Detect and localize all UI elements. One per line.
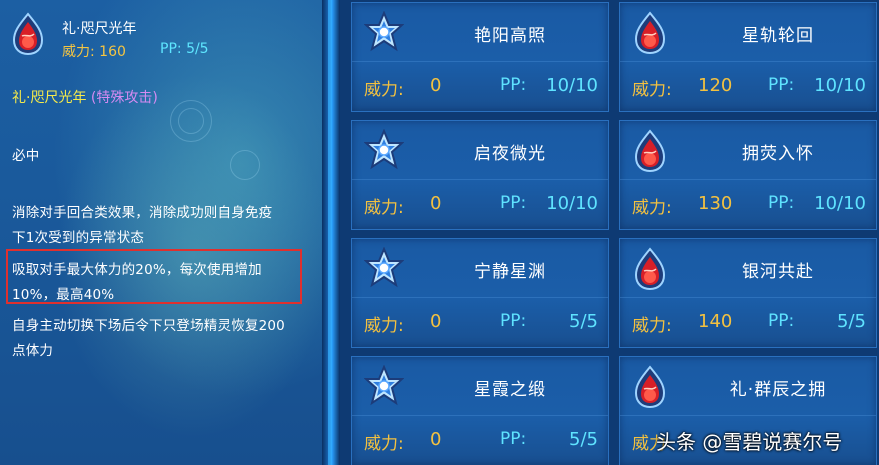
pp-label: PP: [500,75,527,95]
power-label: 威力: [364,198,404,218]
power-value: 0 [430,429,442,450]
selected-skill-power: 威力: 160 [62,41,126,61]
blue-star-icon [363,128,405,173]
power-label: 威力: [632,316,672,336]
blue-star-icon [363,10,405,55]
card-divider [620,179,876,180]
power-label: 威力: [364,316,404,336]
power-label: 威力: [364,80,404,100]
blue-star-icon [363,364,405,409]
power-value: 0 [430,193,442,214]
pp-label: PP: [160,41,182,57]
decor-ring [230,150,260,180]
power-label: 威力: [632,198,672,218]
pp-value: 10/10 [546,193,598,214]
power-label: 威力: [364,434,404,454]
desc-line: 点体力 [12,343,54,359]
desc-line: 下1次受到的异常状态 [12,230,145,246]
skill-name: 拥荧入怀 [742,144,814,164]
card-divider [620,297,876,298]
skill-type-line: 礼·咫尺光年 (特殊攻击) [12,87,158,107]
desc-line: 消除对手回合类效果，消除成功则自身免疫 [12,205,273,221]
skill-card[interactable]: 启夜微光 威力: 0 PP: 10/10 [351,120,609,230]
power-label: 威力: [632,80,672,100]
pp-label: PP: [500,429,527,449]
card-divider [620,61,876,62]
pp-value: 10/10 [814,193,866,214]
red-flame-icon [12,12,44,56]
desc-line: 必中 [12,148,40,164]
skill-detail-panel: 礼·咫尺光年 威力: 160 PP: 5/5 礼·咫尺光年 (特殊攻击) 必中 … [0,0,322,465]
power-value: 160 [99,44,126,60]
power-value: 130 [698,193,733,214]
highlight-box [6,249,302,304]
desc-line: 自身主动切换下场后令下只登场精灵恢复200 [12,318,285,334]
power-value: 0 [430,311,442,332]
card-divider [352,297,608,298]
skill-card[interactable]: 拥荧入怀 威力: 130 PP: 10/10 [619,120,877,230]
skill-card[interactable]: 宁静星渊 威力: 0 PP: 5/5 [351,238,609,348]
power-value: 120 [698,75,733,96]
pp-label: PP: [500,311,527,331]
blue-star-icon [363,246,405,291]
selected-skill-name: 礼·咫尺光年 [62,21,137,37]
red-flame-icon [632,247,672,291]
pp-value: 5/5 [186,41,209,57]
skill-category: (特殊攻击) [90,90,158,106]
card-divider [352,415,608,416]
skill-card[interactable]: 银河共赴 威力: 140 PP: 5/5 [619,238,877,348]
skill-card[interactable]: 星轨轮回 威力: 120 PP: 10/10 [619,2,877,112]
skill-name: 启夜微光 [474,144,546,164]
power-label: 威力: [62,44,95,60]
card-divider [352,179,608,180]
panel-divider [322,0,340,465]
skill-name: 银河共赴 [742,262,814,282]
decor-ring [170,100,212,142]
watermark: 头条 @雪碧说赛尔号 [656,430,843,454]
selected-skill-pp: PP: 5/5 [160,41,209,57]
pp-value: 10/10 [814,75,866,96]
pp-value: 5/5 [569,429,598,450]
skill-type-name: 礼·咫尺光年 [12,90,87,106]
pp-value: 5/5 [569,311,598,332]
pp-label: PP: [768,75,795,95]
pp-label: PP: [500,193,527,213]
skill-card[interactable]: 星霞之缎 威力: 0 PP: 5/5 [351,356,609,465]
pp-label: PP: [768,193,795,213]
pp-value: 10/10 [546,75,598,96]
card-divider [620,415,876,416]
card-divider [352,61,608,62]
power-value: 140 [698,311,733,332]
skill-name: 艳阳高照 [474,26,546,46]
red-flame-icon [632,11,672,55]
power-value: 0 [430,75,442,96]
red-flame-icon [632,365,672,409]
pp-value: 5/5 [837,311,866,332]
red-flame-icon [632,129,672,173]
skill-name: 礼·群辰之拥 [729,380,827,400]
pp-label: PP: [768,311,795,331]
skill-name: 宁静星渊 [474,262,546,282]
skill-name: 星霞之缎 [474,380,546,400]
skill-card[interactable]: 艳阳高照 威力: 0 PP: 10/10 [351,2,609,112]
skill-name: 星轨轮回 [742,26,814,46]
